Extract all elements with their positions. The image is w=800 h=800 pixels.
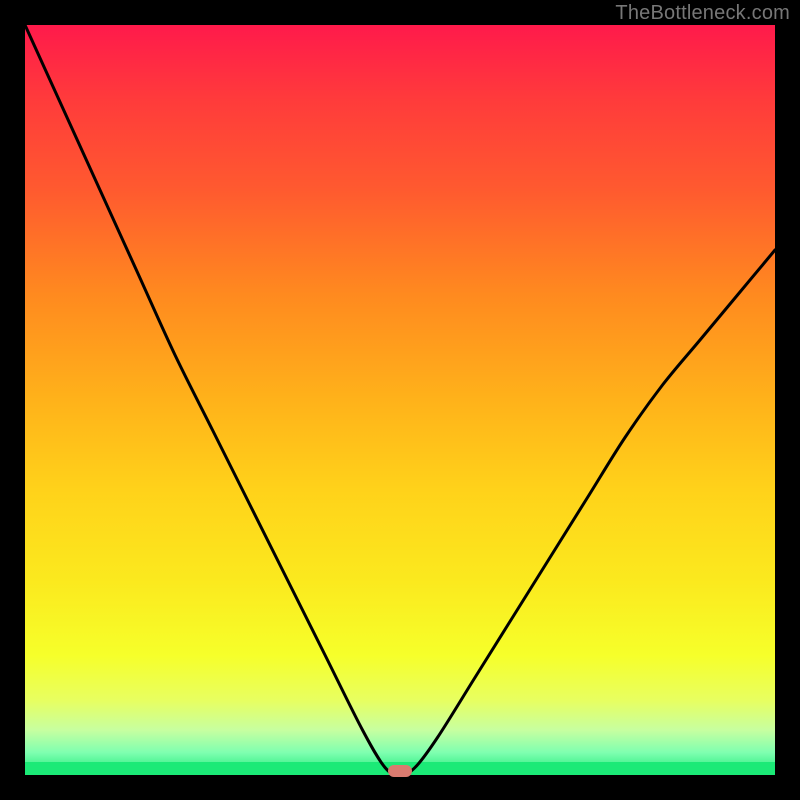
curve-svg (25, 25, 775, 775)
plot-area (25, 25, 775, 775)
watermark-text: TheBottleneck.com (615, 2, 790, 25)
bottleneck-curve (25, 25, 775, 775)
optimum-marker (388, 765, 412, 777)
chart-frame: TheBottleneck.com (0, 0, 800, 800)
